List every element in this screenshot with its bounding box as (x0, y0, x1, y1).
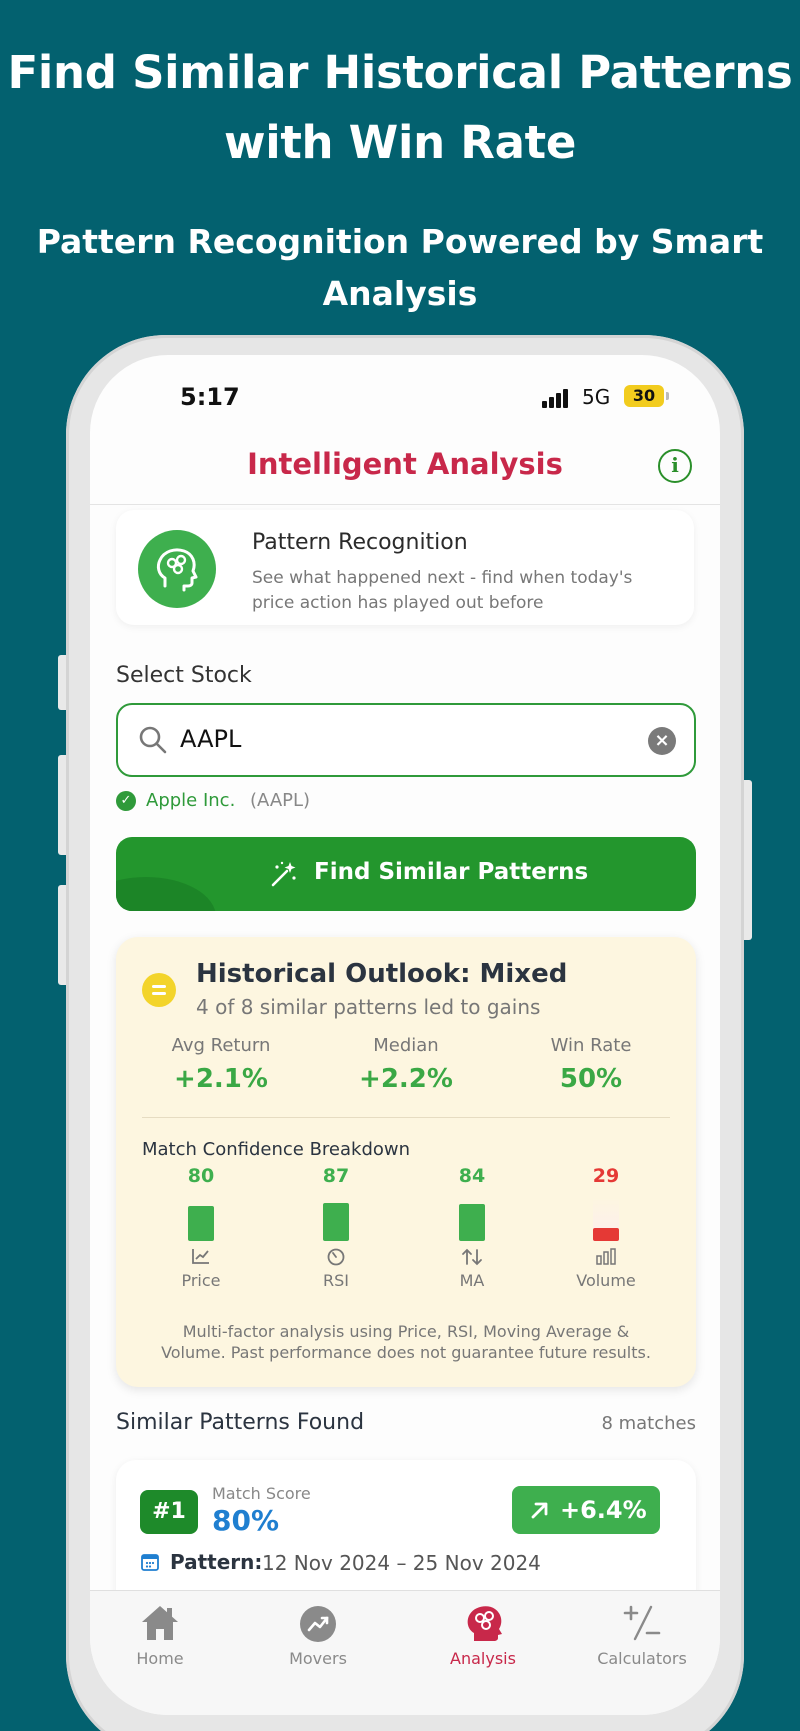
tab-home[interactable]: Home (90, 1603, 230, 1668)
select-stock-label: Select Stock (116, 663, 252, 688)
promo-headline-line2: with Win Rate (223, 116, 577, 169)
chart-line-icon (141, 1247, 261, 1269)
return-badge: +6.4% (512, 1486, 660, 1534)
tab-label: Home (136, 1649, 184, 1668)
pattern-recognition-card: Pattern Recognition See what happened ne… (116, 510, 694, 625)
stat-median: Median +2.2% (311, 1035, 501, 1094)
promo-subheadline-line2: Analysis (322, 274, 478, 313)
brain-icon (462, 1603, 504, 1643)
pattern-recognition-title: Pattern Recognition (252, 530, 468, 555)
tab-label: Analysis (450, 1649, 516, 1668)
breakdown-title: Match Confidence Breakdown (142, 1139, 411, 1160)
gauge-icon (276, 1247, 396, 1269)
tab-label: Movers (289, 1649, 347, 1668)
tab-calculators[interactable]: Calculators (572, 1603, 712, 1668)
clear-icon[interactable]: × (648, 727, 676, 755)
status-time: 5:17 (180, 383, 240, 411)
factor-bar-fill (323, 1203, 349, 1241)
company-name: Apple Inc. (146, 790, 236, 811)
calendar-icon (141, 1554, 159, 1571)
stat-value: 50% (559, 1064, 623, 1094)
network-type: 5G (582, 385, 611, 409)
search-icon (139, 726, 167, 754)
arrows-updown-icon (412, 1247, 532, 1269)
historical-outlook-card: Historical Outlook: Mixed 4 of 8 similar… (116, 937, 696, 1387)
magic-wand-icon (271, 861, 296, 887)
stat-avg-return: Avg Return +2.1% (126, 1035, 316, 1094)
button-wave-decoration (116, 877, 216, 911)
stock-search-input[interactable]: AAPL × (116, 703, 696, 777)
tab-analysis[interactable]: Analysis (413, 1603, 553, 1668)
factor-score: 80 (187, 1165, 215, 1187)
pattern-recognition-description: See what happened next - find when today… (252, 568, 633, 613)
stat-value: +2.1% (174, 1064, 268, 1094)
match-score-label: Match Score (212, 1484, 311, 1503)
nav-header: Intelligent Analysis i (90, 425, 720, 505)
promo-subheadline-line1: Pattern Recognition Powered by Smart (36, 222, 764, 261)
status-bar: 5:17 5G 30 (90, 355, 720, 425)
factor-label: Price (181, 1271, 221, 1290)
signal-icon (542, 388, 574, 408)
stat-label: Median (373, 1035, 439, 1056)
battery-tip (666, 392, 669, 400)
promo-subheadline: Pattern Recognition Powered by Smart Ana… (30, 216, 770, 320)
stat-label: Avg Return (171, 1035, 271, 1056)
factor-label: Volume (576, 1271, 636, 1290)
similar-patterns-count: 8 matches (601, 1413, 696, 1434)
outlook-title: Historical Outlook: Mixed (196, 959, 568, 989)
check-circle-icon: ✓ (116, 791, 136, 811)
stat-label: Win Rate (550, 1035, 632, 1056)
calculator-icon (621, 1603, 663, 1643)
factor-bar (188, 1197, 214, 1241)
page-title: Intelligent Analysis (247, 447, 563, 481)
pattern-label: Pattern: (170, 1550, 263, 1574)
factor-label: MA (459, 1271, 485, 1290)
brain-head-icon (138, 530, 216, 608)
similar-patterns-title: Similar Patterns Found (116, 1410, 365, 1435)
equals-icon (142, 973, 176, 1007)
factor-score: 84 (458, 1165, 486, 1187)
bar-chart-icon (546, 1247, 666, 1269)
tab-bar: Home Movers Analysis Calculators (90, 1590, 720, 1715)
factor-bar (323, 1197, 349, 1241)
disclaimer: Multi-factor analysis using Price, RSI, … (142, 1321, 670, 1363)
factor-volume: 29 Volume (546, 1165, 666, 1290)
stat-win-rate: Win Rate 50% (496, 1035, 686, 1094)
trending-icon (297, 1603, 339, 1643)
search-value[interactable]: AAPL (180, 725, 241, 753)
stat-value: +2.2% (359, 1064, 453, 1094)
factor-label: RSI (323, 1271, 349, 1290)
outlook-subtitle: 4 of 8 similar patterns led to gains (196, 995, 541, 1019)
factor-rsi: 87 RSI (276, 1165, 396, 1290)
promo-headline: Find Similar Historical Patterns with Wi… (0, 38, 800, 178)
factor-price: 80 Price (141, 1165, 261, 1290)
home-icon (139, 1603, 181, 1643)
match-score-value: 80% (212, 1504, 280, 1537)
disclaimer-line2: Volume. Past performance does not guaran… (161, 1343, 651, 1362)
company-ticker: (AAPL) (250, 790, 311, 811)
return-value: +6.4% (560, 1496, 647, 1524)
factor-bar (593, 1197, 619, 1241)
rank-badge: #1 (140, 1490, 198, 1534)
find-button-label: Find Similar Patterns (314, 859, 589, 885)
factor-bar (459, 1197, 485, 1241)
factor-ma: 84 MA (412, 1165, 532, 1290)
find-similar-patterns-button[interactable]: Find Similar Patterns (116, 837, 696, 911)
pattern-dates: 12 Nov 2024 – 25 Nov 2024 (262, 1551, 541, 1575)
factor-score: 29 (592, 1165, 620, 1187)
tab-movers[interactable]: Movers (248, 1603, 388, 1668)
factor-bar-fill (459, 1204, 485, 1241)
arrow-up-right-icon (531, 1502, 548, 1519)
phone-screen: 5:17 5G 30 Intelligent Analysis i Patter… (90, 355, 720, 1715)
factor-bar-fill (188, 1206, 214, 1241)
battery-icon: 30 (624, 385, 664, 407)
factor-score: 87 (322, 1165, 350, 1187)
info-icon[interactable]: i (658, 449, 692, 483)
divider (142, 1117, 670, 1118)
promo-headline-line1: Find Similar Historical Patterns (7, 46, 793, 99)
factor-bar-fill (593, 1228, 619, 1241)
disclaimer-line1: Multi-factor analysis using Price, RSI, … (182, 1322, 630, 1341)
tab-label: Calculators (597, 1649, 687, 1668)
